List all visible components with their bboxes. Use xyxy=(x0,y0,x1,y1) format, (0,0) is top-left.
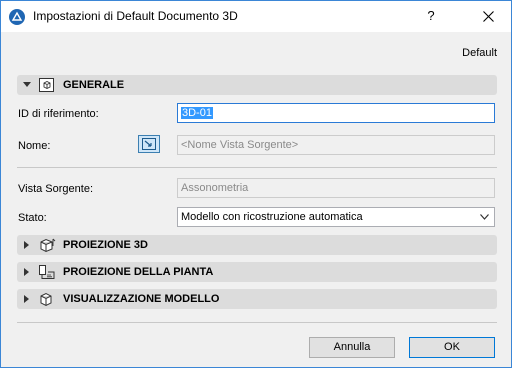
divider xyxy=(17,322,497,323)
window-title: Impostazioni di Default Documento 3D xyxy=(33,9,238,23)
title-bar: Impostazioni di Default Documento 3D ? xyxy=(1,1,511,32)
document-3d-icon xyxy=(39,78,54,92)
link-name-button[interactable] xyxy=(138,135,160,153)
default-label: Default xyxy=(462,47,497,59)
close-button[interactable] xyxy=(471,3,505,29)
ref-id-value: 3D-01 xyxy=(181,107,213,119)
triangle-right-icon xyxy=(24,295,29,303)
name-label: Nome: xyxy=(18,140,51,152)
source-view-value: Assonometria xyxy=(181,182,249,194)
cancel-button[interactable]: Annulla xyxy=(309,337,395,358)
source-view-field: Assonometria xyxy=(177,178,495,198)
chevron-down-icon xyxy=(480,214,489,220)
ok-button[interactable]: OK xyxy=(409,337,495,358)
source-view-label: Vista Sorgente: xyxy=(18,183,94,195)
triangle-right-icon xyxy=(24,241,29,249)
close-icon xyxy=(483,11,494,22)
state-value: Modello con ricostruzione automatica xyxy=(181,211,363,223)
model-display-icon xyxy=(40,292,52,307)
divider xyxy=(17,167,497,168)
link-arrow-icon xyxy=(142,138,156,150)
dialog-window: Impostazioni di Default Documento 3D ? D… xyxy=(0,0,512,368)
ref-id-input[interactable]: 3D-01 xyxy=(177,103,495,123)
section-generale[interactable]: GENERALE xyxy=(17,75,497,95)
triangle-right-icon xyxy=(24,268,29,276)
section-label: PROIEZIONE DELLA PIANTA xyxy=(63,266,214,278)
section-visualizzazione-modello[interactable]: VISUALIZZAZIONE MODELLO xyxy=(17,289,497,309)
projection-3d-icon xyxy=(40,238,56,253)
ref-id-label: ID di riferimento: xyxy=(18,108,99,120)
section-proiezione-pianta[interactable]: PROIEZIONE DELLA PIANTA xyxy=(17,262,497,282)
help-button[interactable]: ? xyxy=(416,3,446,29)
name-placeholder: <Nome Vista Sorgente> xyxy=(181,139,299,151)
section-label: PROIEZIONE 3D xyxy=(63,239,148,251)
app-logo-icon xyxy=(9,9,25,25)
state-label: Stato: xyxy=(18,212,47,224)
triangle-down-icon xyxy=(23,82,31,87)
section-proiezione-3d[interactable]: PROIEZIONE 3D xyxy=(17,235,497,255)
floor-plan-projection-icon xyxy=(39,265,55,279)
section-label: GENERALE xyxy=(63,79,125,91)
section-label: VISUALIZZAZIONE MODELLO xyxy=(63,293,220,305)
name-field[interactable]: <Nome Vista Sorgente> xyxy=(177,135,495,155)
state-select[interactable]: Modello con ricostruzione automatica xyxy=(177,207,495,227)
